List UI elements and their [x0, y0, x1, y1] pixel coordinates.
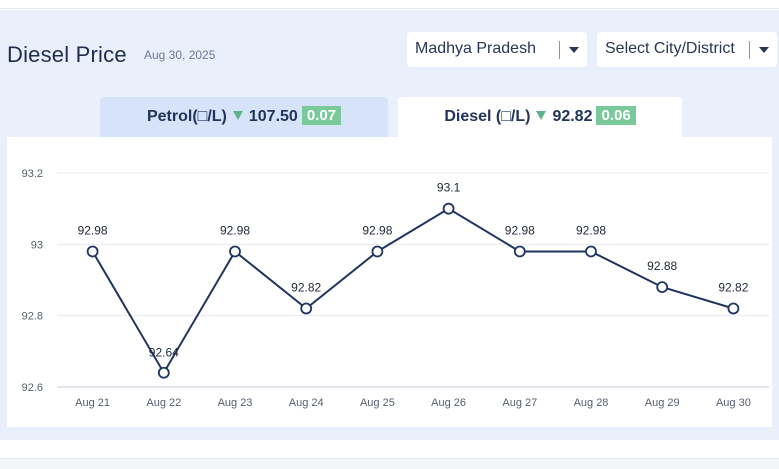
y-tick-label: 93.2 [22, 168, 43, 180]
data-point [656, 281, 669, 294]
select-separator [559, 41, 560, 59]
city-select-placeholder: Select City/District [605, 40, 735, 57]
data-label: 92.98 [576, 223, 606, 237]
price-date: Aug 30, 2025 [144, 48, 216, 62]
x-tick-label: Aug 30 [716, 397, 751, 409]
select-separator [749, 41, 750, 59]
data-label: 92.82 [718, 281, 748, 295]
data-label: 93.1 [437, 181, 461, 195]
data-point [300, 302, 313, 315]
data-point [86, 245, 99, 258]
tab-petrol-label: Petrol(□/L) [146, 108, 227, 125]
x-tick-label: Aug 27 [502, 397, 537, 409]
city-select[interactable]: Select City/District [597, 32, 777, 67]
data-label: 92.98 [505, 223, 535, 237]
x-tick-label: Aug 28 [574, 397, 609, 409]
data-point [229, 245, 241, 258]
state-select-value: Madhya Pradesh [415, 40, 536, 57]
x-tick-label: Aug 23 [218, 397, 253, 409]
data-label: 92.64 [149, 346, 179, 360]
data-point [371, 245, 384, 258]
x-tick-label: Aug 22 [146, 397, 181, 409]
data-label: 92.82 [291, 281, 321, 295]
state-select[interactable]: Madhya Pradesh [407, 32, 587, 67]
tab-diesel-price: 92.82 [552, 108, 593, 125]
data-label: 92.98 [362, 223, 392, 237]
data-point [442, 202, 455, 215]
diesel-price-line [91, 207, 734, 375]
x-tick-label: Aug 21 [75, 397, 110, 409]
price-down-icon [536, 111, 547, 121]
y-axis-ticks: 92.6 92.8 93 93.2 [22, 168, 43, 394]
tab-petrol-change-badge: 0.07 [301, 106, 342, 126]
chart-card: 92.6 92.8 93 93.2 Aug 21 Aug 22 Aug 23 Aug 24 A… [7, 137, 772, 427]
bottom-divider [0, 458, 779, 469]
tab-petrol[interactable]: Petrol(□/L) 107.50 0.07 [100, 97, 388, 137]
x-tick-label: Aug 25 [360, 397, 395, 409]
data-label: 92.98 [220, 223, 250, 237]
y-tick-label: 92.8 [22, 311, 43, 323]
x-tick-label: Aug 24 [289, 397, 324, 409]
y-tick-label: 92.6 [22, 382, 43, 394]
x-tick-label: Aug 26 [431, 397, 466, 409]
data-label: 92.88 [647, 259, 677, 273]
top-divider [0, 0, 779, 9]
page-title: Diesel Price [7, 42, 127, 67]
chevron-down-icon[interactable] [569, 47, 579, 53]
x-tick-label: Aug 29 [645, 397, 680, 409]
data-point [585, 245, 597, 258]
price-down-icon [232, 111, 243, 121]
y-tick-label: 93 [31, 239, 43, 251]
data-point [727, 302, 740, 315]
tab-diesel[interactable]: Diesel (□/L) 92.82 0.06 [398, 97, 682, 137]
price-line-chart: 92.692.89393.2 Aug 21 Aug 22 Aug 23 Aug 24 A… [22, 168, 769, 409]
tab-petrol-price: 107.50 [248, 108, 298, 125]
tab-diesel-change-badge: 0.06 [596, 106, 636, 126]
data-labels: 92.98 92.64 92.98 92.82 92.98 93.1 92.98 92.98 9… [78, 181, 749, 360]
data-point [513, 245, 526, 258]
data-point [157, 366, 170, 379]
tab-diesel-label: Diesel (□/L) [444, 108, 531, 125]
data-label: 92.98 [78, 223, 108, 237]
chevron-down-icon[interactable] [759, 47, 769, 53]
x-axis-ticks: Aug 21 Aug 22 Aug 23 Aug 24 Aug 25 Aug 26 Aug … [75, 397, 751, 409]
